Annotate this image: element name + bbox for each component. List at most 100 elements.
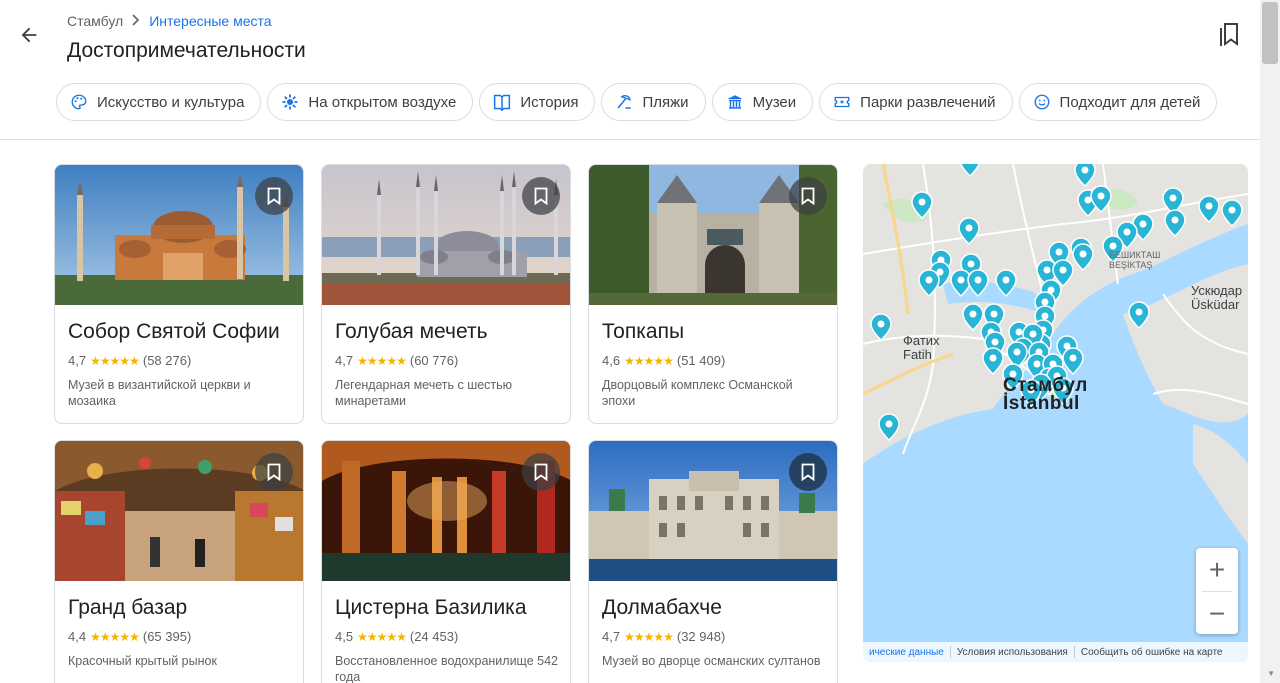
map-data-link[interactable]: ические данные	[869, 647, 944, 658]
breadcrumb-parent[interactable]: Стамбул	[67, 13, 123, 29]
place-photo	[322, 441, 570, 581]
chip-outdoor[interactable]: На открытом воздухе	[267, 83, 474, 121]
place-description: Легендарная мечеть с шестью минаретами	[335, 378, 513, 408]
terms-link[interactable]: Условия использования	[951, 647, 1074, 658]
star-rating-icon: ★★★★★	[357, 353, 407, 368]
ticket-icon	[832, 92, 852, 112]
page-title: Достопримечательности	[67, 39, 306, 62]
star-rating-icon: ★★★★★	[624, 629, 674, 644]
star-rating-icon: ★★★★★	[357, 629, 407, 644]
page: Стамбул Интересные места Достопримечател…	[0, 0, 1280, 683]
bookmark-icon	[534, 463, 548, 481]
place-name: Цистерна Базилика	[335, 596, 527, 619]
report-error-link[interactable]: Сообщить об ошибке на карте	[1075, 647, 1229, 658]
rating-row: 4,7 ★★★★★ (32 948)	[602, 629, 725, 644]
review-count: (60 776)	[409, 353, 459, 368]
rating-value: 4,6	[602, 353, 621, 368]
place-photo	[55, 441, 303, 581]
review-count: (65 395)	[142, 629, 192, 644]
bookmark-icon	[534, 187, 548, 205]
place-card-blue-mosque[interactable]: Голубая мечеть 4,7 ★★★★★ (60 776) Легенд…	[321, 164, 571, 424]
chip-history[interactable]: История	[479, 83, 596, 121]
place-card-hagia-sophia[interactable]: Собор Святой Софии 4,7 ★★★★★ (58 276) Му…	[54, 164, 304, 424]
rating-row: 4,6 ★★★★★ (51 409)	[602, 353, 725, 368]
star-rating-icon: ★★★★★	[90, 353, 140, 368]
arrow-back-icon	[18, 24, 40, 51]
review-count: (51 409)	[676, 353, 726, 368]
outdoor-icon	[280, 92, 300, 112]
place-photo	[589, 441, 837, 581]
beach-icon	[614, 92, 634, 112]
rating-value: 4,7	[335, 353, 354, 368]
place-description: Восстановленное водохранилище 542 года	[335, 654, 558, 683]
save-place-button[interactable]	[789, 453, 827, 491]
scroll-down-arrow-icon[interactable]: ▼	[1267, 669, 1275, 678]
map-label-fatih: Фатих Fatih	[903, 334, 940, 362]
chip-museums[interactable]: Музеи	[711, 83, 814, 121]
bookmark-icon	[267, 463, 281, 481]
chip-beaches[interactable]: Пляжи	[601, 83, 706, 121]
place-name: Собор Святой Софии	[68, 320, 280, 343]
review-count: (58 276)	[142, 353, 192, 368]
chip-label: Искусство и культура	[97, 93, 245, 111]
place-card-basilica-cistern[interactable]: Цистерна Базилика 4,5 ★★★★★ (24 453) Вос…	[321, 440, 571, 683]
place-photo	[589, 165, 837, 305]
chip-art-culture[interactable]: Искусство и культура	[56, 83, 262, 121]
rating-value: 4,5	[335, 629, 354, 644]
map-label-istanbul: Стамбул İstanbul	[1003, 376, 1088, 414]
chip-kids[interactable]: Подходит для детей	[1018, 83, 1218, 121]
chip-label: Пляжи	[642, 93, 689, 111]
zoom-out-button[interactable]: −	[1196, 592, 1238, 635]
map-label-besiktas-ru: БЕШИКТАШ	[1109, 250, 1161, 260]
back-button[interactable]	[12, 22, 46, 52]
place-card-dolmabahce[interactable]: Долмабахче 4,7 ★★★★★ (32 948) Музей во д…	[588, 440, 838, 683]
rating-value: 4,7	[68, 353, 87, 368]
place-name: Долмабахче	[602, 596, 722, 619]
place-card-grand-bazaar[interactable]: Гранд базар 4,4 ★★★★★ (65 395) Красочный…	[54, 440, 304, 683]
palette-icon	[69, 92, 89, 112]
place-name: Топкапы	[602, 320, 685, 343]
chip-amusement-parks[interactable]: Парки развлечений	[819, 83, 1013, 121]
breadcrumb-current[interactable]: Интересные места	[149, 13, 271, 29]
chip-label: Парки развлечений	[860, 93, 996, 111]
map-label-fatih-ru: Фатих	[903, 333, 940, 348]
bookmark-icon	[801, 187, 815, 205]
save-place-button[interactable]	[255, 177, 293, 215]
rating-row: 4,4 ★★★★★ (65 395)	[68, 629, 191, 644]
place-card-topkapi[interactable]: Топкапы 4,6 ★★★★★ (51 409) Дворцовый ком…	[588, 164, 838, 424]
save-place-button[interactable]	[789, 177, 827, 215]
star-rating-icon: ★★★★★	[90, 629, 140, 644]
map-label-istanbul-latin: İstanbul	[1003, 393, 1080, 414]
place-photo	[55, 165, 303, 305]
save-place-button[interactable]	[522, 177, 560, 215]
chevron-right-icon	[131, 13, 141, 29]
chip-label: История	[520, 93, 579, 111]
place-photo	[322, 165, 570, 305]
save-place-button[interactable]	[255, 453, 293, 491]
map-label-uskudar-ru: Ускюдар	[1191, 283, 1243, 298]
map-panel[interactable]: Фатих Fatih Стамбул İstanbul Ускюдар Üsk…	[863, 164, 1248, 662]
map-label-besiktas-latin: BEŞİKTAŞ	[1109, 260, 1153, 270]
rating-value: 4,7	[602, 629, 621, 644]
museum-icon	[725, 92, 745, 112]
map-label-uskudar-latin: Üsküdar	[1191, 297, 1240, 312]
review-count: (32 948)	[676, 629, 726, 644]
review-count: (24 453)	[409, 629, 459, 644]
map-footer: ические данные Условия использования Соо…	[863, 642, 1248, 662]
rating-row: 4,5 ★★★★★ (24 453)	[335, 629, 458, 644]
header-divider	[0, 139, 1260, 140]
scrollbar-thumb[interactable]	[1262, 2, 1278, 64]
place-description: Музей в византийской церкви и мозаика	[68, 378, 251, 408]
map-label-uskudar: Ускюдар Üsküdar	[1191, 284, 1242, 312]
place-name: Голубая мечеть	[335, 320, 488, 343]
place-description: Дворцовый комплекс Османской эпохи	[602, 378, 793, 408]
smile-icon	[1032, 92, 1052, 112]
chip-label: Музеи	[752, 93, 797, 111]
page-scrollbar[interactable]: ▼	[1260, 0, 1280, 683]
breadcrumb: Стамбул Интересные места	[67, 13, 272, 29]
map-label-besiktas: БЕШИКТАШ BEŞİKTAŞ	[1109, 250, 1160, 270]
saved-list-button[interactable]	[1216, 22, 1242, 50]
zoom-in-button[interactable]: +	[1196, 548, 1238, 591]
save-place-button[interactable]	[522, 453, 560, 491]
place-name: Гранд базар	[68, 596, 188, 619]
